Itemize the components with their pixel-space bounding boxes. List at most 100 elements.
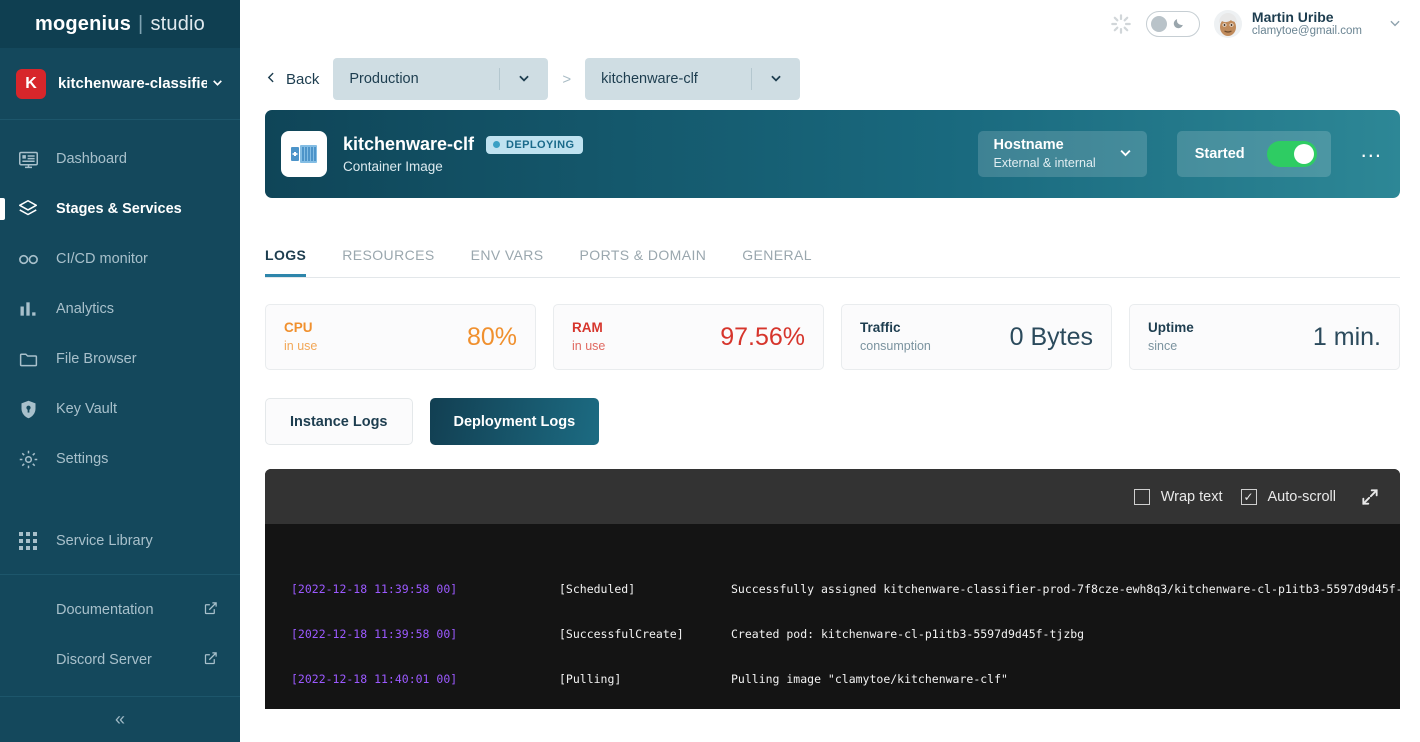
service-header-card: kitchenware-clf DEPLOYING Container Imag…	[265, 110, 1400, 198]
sidebar-item-label: Analytics	[56, 301, 115, 317]
gear-icon	[16, 447, 40, 471]
brand-name: mogenius	[34, 12, 132, 35]
tab-general[interactable]: GENERAL	[742, 247, 812, 277]
sidebar-item-stages-services[interactable]: Stages & Services	[0, 184, 240, 234]
expand-fullscreen-icon[interactable]	[1360, 487, 1380, 507]
wrap-text-checkbox[interactable]: Wrap text	[1133, 488, 1223, 505]
sidebar-collapse-button[interactable]: «	[0, 696, 240, 742]
log-timestamp: [2022-12-18 11:40:01 00]	[291, 672, 458, 686]
sidebar-item-key-vault[interactable]: Key Vault	[0, 384, 240, 434]
sidebar-item-label: Key Vault	[56, 401, 117, 417]
metric-value: 97.56%	[720, 322, 805, 351]
tab-logs[interactable]: LOGS	[265, 247, 307, 277]
sidebar-item-label: Stages & Services	[56, 201, 182, 217]
breadcrumb-separator: >	[562, 70, 572, 88]
power-label: Started	[1194, 146, 1245, 162]
stage-select[interactable]: Production	[333, 58, 549, 100]
sidebar-link-label: Documentation	[56, 602, 154, 618]
sidebar-nav: Dashboard Stages & Services CI/CD monito…	[0, 120, 240, 685]
sidebar-divider	[0, 574, 240, 575]
sidebar-item-file-browser[interactable]: File Browser	[0, 334, 240, 384]
auto-scroll-checkbox[interactable]: ✓ Auto-scroll	[1240, 488, 1336, 505]
service-subtitle: Container Image	[343, 159, 443, 174]
metric-card-traffic: Traffic consumption 0 Bytes	[841, 304, 1112, 370]
sidebar-external-links: Documentation Discord Server	[0, 585, 240, 685]
metric-label: RAM	[572, 320, 603, 336]
metric-value: 0 Bytes	[1009, 322, 1093, 351]
status-dot-icon	[493, 141, 501, 148]
toggle-knob	[1150, 16, 1167, 32]
brand-suffix: studio	[150, 12, 206, 35]
grid-icon	[16, 529, 40, 553]
metric-text: CPU in use	[284, 319, 317, 354]
sidebar-item-dashboard[interactable]: Dashboard	[0, 134, 240, 184]
log-line: [2022-12-18 11:40:01 00] [Pulling] Pulli…	[291, 672, 1400, 687]
user-menu[interactable]: Martin Uribe clamytoe@gmail.com	[1213, 9, 1402, 38]
log-message: Successfully assigned kitchenware-classi…	[731, 582, 1400, 596]
tab-bar: LOGS RESOURCES ENV VARS PORTS & DOMAIN G…	[265, 222, 1400, 278]
app-logo[interactable]: mogenius | studio	[0, 0, 240, 48]
metric-text: Uptime since	[1148, 319, 1194, 354]
power-toggle[interactable]: Started	[1176, 131, 1331, 177]
bar-chart-icon	[16, 297, 40, 321]
sidebar-link-documentation[interactable]: Documentation	[0, 585, 240, 635]
log-source-toggle: Instance Logs Deployment Logs	[265, 398, 1400, 445]
sidebar-item-analytics[interactable]: Analytics	[0, 284, 240, 334]
more-options-button[interactable]: ...	[1361, 139, 1382, 169]
power-switch[interactable]	[1266, 141, 1317, 167]
monitor-icon	[16, 147, 40, 171]
sidebar-item-settings[interactable]: Settings	[0, 434, 240, 484]
checkbox-unchecked-icon	[1133, 488, 1150, 505]
avatar	[1213, 10, 1242, 38]
project-selector[interactable]: K kitchenware-classifier	[0, 48, 240, 120]
log-panel: Wrap text ✓ Auto-scroll [2022-12-18 11:3…	[265, 469, 1400, 709]
chevron-down-icon	[1388, 16, 1402, 33]
log-timestamp: [2022-12-18 11:39:58 00]	[291, 582, 458, 596]
sidebar-item-cicd-monitor[interactable]: CI/CD monitor	[0, 234, 240, 284]
instance-logs-button[interactable]: Instance Logs	[265, 398, 413, 445]
tab-resources[interactable]: RESOURCES	[342, 247, 434, 277]
stage-value: Production	[349, 71, 419, 87]
metric-sublabel: in use	[572, 338, 606, 353]
deployment-logs-button[interactable]: Deployment Logs	[429, 398, 600, 445]
sidebar-link-discord-server[interactable]: Discord Server	[0, 635, 240, 685]
project-name: kitchenware-classifier	[58, 75, 207, 92]
status-badge: DEPLOYING	[486, 135, 584, 154]
log-event: [SuccessfulCreate]	[559, 627, 684, 641]
external-link-icon	[203, 601, 218, 620]
metric-value: 1 min.	[1312, 322, 1381, 351]
moon-icon	[1172, 17, 1185, 32]
tab-ports-domain[interactable]: PORTS & DOMAIN	[580, 247, 707, 277]
service-value: kitchenware-clf	[601, 71, 698, 87]
log-timestamp: [2022-12-18 11:39:58 00]	[291, 627, 458, 641]
sidebar-item-label: Dashboard	[56, 151, 127, 167]
loading-spinner-icon[interactable]	[1110, 13, 1132, 35]
sidebar-item-service-library[interactable]: Service Library	[0, 516, 240, 566]
metric-text: Traffic consumption	[860, 319, 931, 354]
chevron-down-icon	[752, 71, 800, 88]
sidebar-item-label: File Browser	[56, 351, 137, 367]
wrap-text-label: Wrap text	[1160, 488, 1223, 505]
metric-sublabel: in use	[284, 338, 318, 353]
chevron-down-icon	[211, 76, 224, 92]
project-badge: K	[16, 68, 46, 99]
tab-env-vars[interactable]: ENV VARS	[471, 247, 544, 277]
hostname-select[interactable]: Hostname External & internal	[977, 131, 1147, 177]
log-output[interactable]: [2022-12-18 11:39:58 00] [Scheduled] Suc…	[265, 524, 1400, 709]
sidebar-item-label: Service Library	[56, 533, 153, 549]
metric-label: Traffic	[860, 320, 901, 336]
service-select[interactable]: kitchenware-clf	[585, 58, 801, 100]
chevron-down-icon	[1118, 145, 1133, 163]
top-bar: Martin Uribe clamytoe@gmail.com	[240, 0, 1420, 48]
log-line: [2022-12-18 11:39:58 00] [SuccessfulCrea…	[291, 627, 1400, 642]
service-meta: kitchenware-clf DEPLOYING Container Imag…	[343, 134, 962, 174]
back-button[interactable]: Back	[265, 71, 319, 88]
breadcrumb: Back Production > kitchenware-clf	[240, 48, 1420, 110]
log-event: [Pulling]	[559, 672, 622, 686]
hostname-text: Hostname External & internal	[994, 137, 1096, 171]
theme-toggle[interactable]	[1145, 11, 1200, 37]
layers-icon	[16, 197, 40, 221]
chevron-down-icon	[500, 71, 548, 88]
sidebar: mogenius | studio K kitchenware-classifi…	[0, 0, 240, 742]
